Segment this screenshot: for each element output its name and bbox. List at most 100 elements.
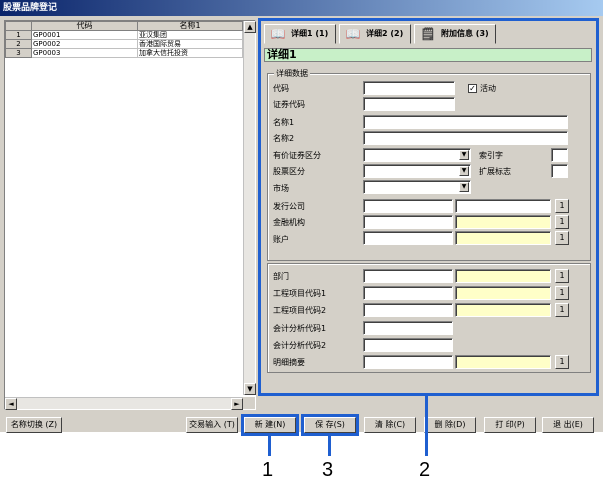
clear-button[interactable]: 清 除(C) [364, 417, 416, 433]
exit-button[interactable]: 退 出(E) [542, 417, 594, 433]
table-row[interactable]: 3 GP0003 加拿大信托投资 [5, 48, 243, 58]
label-issuer: 发行公司 [273, 202, 305, 211]
label-security-code: 证券代码 [273, 100, 305, 109]
issuer-name-field [455, 199, 551, 213]
scroll-corner [243, 397, 255, 409]
main-window: 股票品牌登记 代码 名称1 1 GP0001 亚汉集团 2 GP0002 香港国… [0, 0, 603, 433]
print-button[interactable]: 打 印(P) [484, 417, 536, 433]
name2-field[interactable] [363, 131, 568, 145]
account-lookup-button[interactable]: 1 [555, 231, 569, 245]
table-row[interactable]: 2 GP0002 香港国际贸易 [5, 39, 243, 49]
stock-table: 代码 名称1 1 GP0001 亚汉集团 2 GP0002 香港国际贸易 3 G… [5, 21, 243, 58]
index-char-field[interactable] [551, 148, 568, 162]
group-title: 详细数据 [274, 68, 310, 79]
callout-3: 3 [322, 459, 334, 481]
vertical-scrollbar[interactable]: ▲ ▼ [243, 21, 256, 395]
label-financial-institution: 金融机构 [273, 218, 305, 227]
tab-additional-info[interactable]: 🗒 附加信息 (3) [414, 24, 496, 44]
note-icon: 🗒 [420, 27, 436, 41]
project-code2-lookup-button[interactable]: 1 [555, 303, 569, 317]
scroll-down-icon[interactable]: ▼ [244, 383, 256, 395]
stock-category-select[interactable]: ▼ [363, 164, 471, 178]
table-row[interactable]: 1 GP0001 亚汉集团 [5, 30, 243, 40]
callout-line-3 [328, 436, 331, 456]
cell-name[interactable]: 加拿大信托投资 [137, 48, 243, 58]
account-name-field [455, 231, 551, 245]
market-select[interactable]: ▼ [363, 180, 471, 194]
label-security-category: 有价证券区分 [273, 151, 321, 160]
stock-grid[interactable]: 代码 名称1 1 GP0001 亚汉集团 2 GP0002 香港国际贸易 3 G… [4, 20, 256, 410]
cell-code[interactable]: GP0002 [31, 39, 138, 49]
financial-institution-code-field[interactable] [363, 215, 453, 229]
label-name2: 名称2 [273, 134, 295, 143]
issuer-code-field[interactable] [363, 199, 453, 213]
project-code2-name-field [455, 303, 551, 317]
chevron-down-icon[interactable]: ▼ [459, 150, 469, 160]
label-summary: 明细摘要 [273, 358, 305, 367]
department-name-field [455, 269, 551, 283]
summary-text-field [455, 355, 551, 369]
tab-detail2[interactable]: 📖 详细2 (2) [339, 24, 411, 44]
callout-2: 2 [419, 459, 431, 481]
extension-flag-field[interactable] [551, 164, 568, 178]
summary-lookup-button[interactable]: 1 [555, 355, 569, 369]
label-project-code2: 工程项目代码2 [273, 306, 327, 315]
department-code-field[interactable] [363, 269, 453, 283]
tab-label: 附加信息 (3) [441, 29, 489, 38]
cell-name[interactable]: 香港国际贸易 [137, 39, 243, 49]
account-code-field[interactable] [363, 231, 453, 245]
code-field[interactable] [363, 81, 455, 95]
cell-code[interactable]: GP0001 [31, 30, 138, 40]
name1-field[interactable] [363, 115, 568, 129]
window-title: 股票品牌登记 [0, 0, 603, 16]
col-header-code[interactable]: 代码 [31, 21, 138, 31]
security-code-field[interactable] [363, 97, 455, 111]
security-category-select[interactable]: ▼ [363, 148, 471, 162]
financial-institution-lookup-button[interactable]: 1 [555, 215, 569, 229]
tab-label: 详细2 (2) [366, 29, 404, 38]
name-switch-button[interactable]: 名称切换 (Z) [6, 417, 62, 433]
project-code1-name-field [455, 286, 551, 300]
detail-panel: 📖 详细1 (1) 📖 详细2 (2) 🗒 附加信息 (3) 详细1 详细数据 … [258, 18, 599, 396]
book-icon: 📖 [345, 27, 361, 41]
new-button-highlight [241, 414, 299, 436]
financial-institution-name-field [455, 215, 551, 229]
scroll-up-icon[interactable]: ▲ [244, 21, 256, 33]
save-button-highlight [301, 414, 359, 436]
callout-line-2 [425, 396, 428, 456]
scroll-right-icon[interactable]: ► [231, 398, 243, 410]
issuer-lookup-button[interactable]: 1 [555, 199, 569, 213]
horizontal-scrollbar[interactable]: ◄ ► [5, 397, 243, 410]
project-code2-field[interactable] [363, 303, 453, 317]
trade-input-button[interactable]: 交易输入 (T) [186, 417, 238, 433]
project-code1-field[interactable] [363, 286, 453, 300]
row-number: 1 [5, 30, 32, 40]
scroll-left-icon[interactable]: ◄ [5, 398, 17, 410]
tab-detail1[interactable]: 📖 详细1 (1) [264, 24, 336, 44]
book-icon: 📖 [270, 27, 286, 41]
callout-1: 1 [262, 459, 274, 481]
analysis-code1-field[interactable] [363, 321, 453, 335]
chevron-down-icon[interactable]: ▼ [459, 182, 469, 192]
chevron-down-icon[interactable]: ▼ [459, 166, 469, 176]
department-lookup-button[interactable]: 1 [555, 269, 569, 283]
row-num-header [5, 21, 32, 31]
delete-button[interactable]: 删 除(D) [424, 417, 476, 433]
project-code1-lookup-button[interactable]: 1 [555, 286, 569, 300]
label-project-code1: 工程项目代码1 [273, 289, 327, 298]
cell-code[interactable]: GP0003 [31, 48, 138, 58]
tab-label: 详细1 (1) [291, 29, 329, 38]
label-name1: 名称1 [273, 118, 295, 127]
label-code: 代码 [273, 84, 289, 93]
label-account: 账户 [273, 235, 289, 244]
cell-name[interactable]: 亚汉集团 [137, 30, 243, 40]
label-extension-flag: 扩展标志 [479, 167, 511, 176]
row-number: 3 [5, 48, 32, 58]
summary-code-field[interactable] [363, 355, 453, 369]
label-analysis-code2: 会计分析代码2 [273, 341, 327, 350]
analysis-code2-field[interactable] [363, 338, 453, 352]
col-header-name1[interactable]: 名称1 [137, 21, 243, 31]
label-department: 部门 [273, 272, 289, 281]
label-index-char: 索引字 [479, 151, 503, 160]
active-checkbox[interactable]: ✓ [468, 84, 477, 93]
